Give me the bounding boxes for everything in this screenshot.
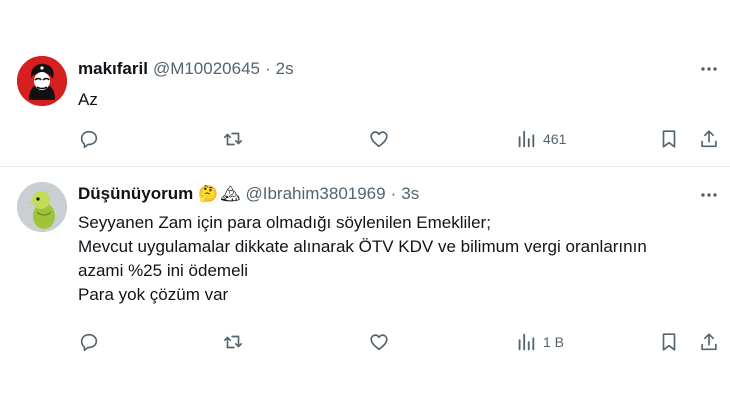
bookmark-button[interactable] [658, 329, 680, 355]
action-bar: 461 [78, 126, 724, 152]
bookmark-icon [662, 333, 676, 351]
tweet-text-line: azami %25 ini ödemeli [78, 261, 249, 280]
name-emojis: 🤔 🏔 [198, 184, 240, 204]
more-horizontal-icon [701, 193, 717, 197]
share-button[interactable] [698, 126, 720, 152]
heart-icon [370, 334, 388, 351]
share-icon [701, 333, 717, 351]
profile-avatar-che-icon [17, 56, 67, 106]
avatar[interactable] [17, 182, 67, 232]
separator-dot: · [265, 59, 271, 78]
analytics-icon [518, 333, 535, 351]
repost-button[interactable] [222, 329, 244, 355]
tweet-text-line: Seyyanen Zam için para olmadığı söylenil… [78, 213, 491, 232]
bookmark-button[interactable] [658, 126, 680, 152]
tweet-feed: makıfaril @M10020645 · 2s Az 461 Düşünüy… [0, 0, 730, 420]
display-name[interactable]: Düşünüyorum [78, 184, 193, 204]
repost-icon [223, 132, 243, 146]
avatar[interactable] [17, 56, 67, 106]
views-button[interactable]: 1 B [515, 329, 564, 355]
more-options-button[interactable] [698, 184, 720, 206]
profile-avatar-budgie-icon [17, 182, 67, 232]
heart-icon [370, 131, 388, 148]
tweet-text: Az [78, 88, 712, 112]
more-horizontal-icon [701, 67, 717, 71]
tweet[interactable]: Düşünüyorum 🤔 🏔 @Ibrahim3801969 · 3s Sey… [0, 166, 730, 420]
view-count: 461 [543, 131, 567, 147]
user-handle[interactable]: @Ibrahim3801969 [245, 184, 385, 204]
timestamp[interactable]: 3s [401, 184, 419, 204]
reply-button[interactable] [78, 126, 100, 152]
tweet-text-line: Az [78, 90, 98, 109]
share-button[interactable] [698, 329, 720, 355]
tweet-header: makıfaril @M10020645 · 2s [78, 57, 294, 81]
views-button[interactable]: 461 [515, 126, 566, 152]
tweet-text-line: Mevcut uygulamalar dikkate alınarak ÖTV … [78, 237, 647, 256]
tweet[interactable]: makıfaril @M10020645 · 2s Az 461 [0, 0, 730, 166]
like-button[interactable] [368, 329, 390, 355]
share-icon [701, 130, 717, 148]
action-bar: 1 B [78, 329, 724, 355]
reply-icon [80, 333, 98, 352]
like-button[interactable] [368, 126, 390, 152]
tweet-text: Seyyanen Zam için para olmadığı söylenil… [78, 211, 712, 307]
bookmark-icon [662, 130, 676, 148]
analytics-icon [518, 130, 535, 148]
tweet-text-line: Para yok çözüm var [78, 285, 229, 304]
reply-button[interactable] [78, 329, 100, 355]
mountain-emoji-icon: 🏔 [220, 186, 241, 203]
display-name[interactable]: makıfaril [78, 59, 148, 79]
repost-button[interactable] [222, 126, 244, 152]
reply-icon [80, 130, 98, 149]
separator-dot: · [390, 184, 397, 203]
timestamp[interactable]: 2s [276, 59, 294, 79]
tweet-header: Düşünüyorum 🤔 🏔 @Ibrahim3801969 · 3s [78, 182, 419, 206]
thinking-emoji-icon: 🤔 [198, 186, 219, 203]
more-options-button[interactable] [698, 58, 720, 80]
repost-icon [223, 335, 243, 349]
view-count: 1 B [543, 334, 565, 350]
user-handle[interactable]: @M10020645 [153, 59, 260, 79]
